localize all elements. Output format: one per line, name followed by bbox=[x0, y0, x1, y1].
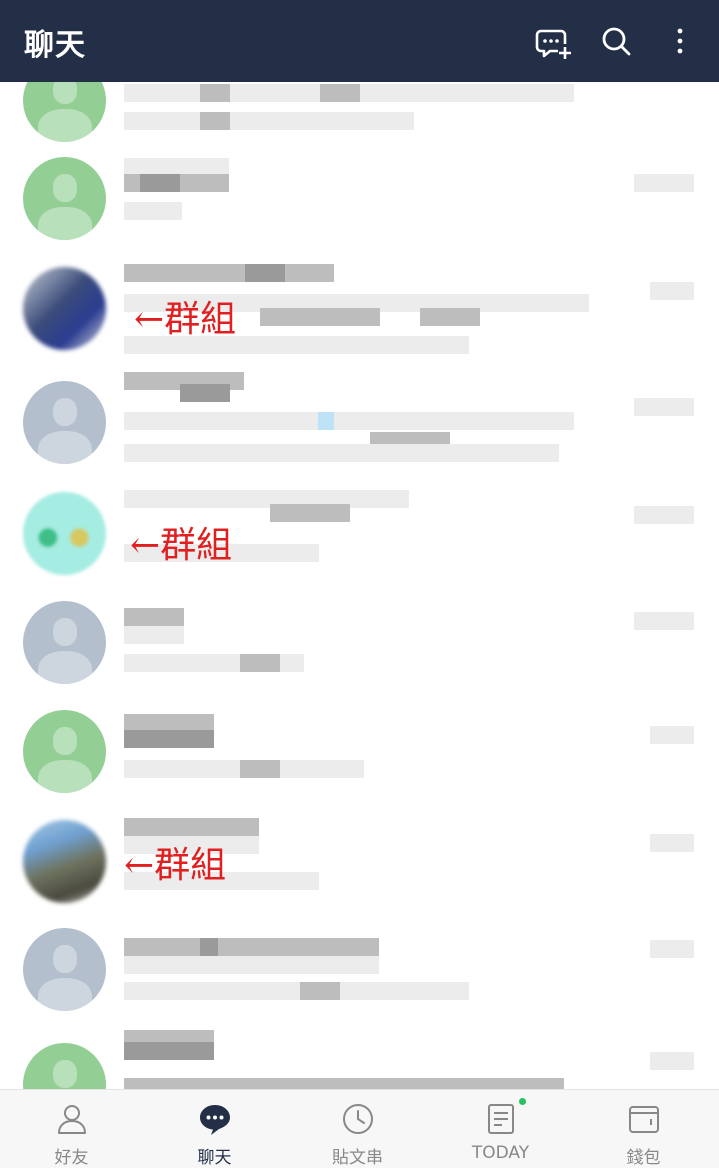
chat-row[interactable] bbox=[0, 82, 719, 162]
avatar bbox=[23, 82, 106, 142]
new-chat-icon[interactable] bbox=[533, 22, 573, 62]
group-avatar bbox=[23, 267, 106, 350]
chat-row[interactable] bbox=[0, 1030, 719, 1089]
timeline-icon bbox=[343, 1104, 373, 1134]
chat-list[interactable]: ←群組 ←群組 ←群組 bbox=[0, 82, 719, 1089]
chat-row[interactable] bbox=[0, 922, 719, 1032]
nav-label: 聊天 bbox=[197, 1148, 232, 1168]
nav-chat[interactable]: 聊天 bbox=[143, 1090, 286, 1168]
today-icon bbox=[488, 1104, 514, 1134]
page-title: 聊天 bbox=[24, 28, 86, 63]
wallet-icon bbox=[629, 1106, 659, 1133]
bottom-nav: 好友 聊天 貼文串 TODAY 錢包 bbox=[0, 1089, 719, 1168]
nav-label: 錢包 bbox=[626, 1148, 661, 1168]
nav-friends[interactable]: 好友 bbox=[0, 1090, 143, 1168]
app-header: 聊天 bbox=[0, 0, 719, 82]
avatar bbox=[23, 381, 106, 464]
avatar bbox=[23, 710, 106, 793]
nav-label: 好友 bbox=[54, 1148, 89, 1168]
chat-row[interactable] bbox=[0, 152, 719, 262]
avatar bbox=[23, 1043, 106, 1089]
chat-row[interactable] bbox=[0, 702, 719, 812]
nav-today[interactable]: TODAY bbox=[429, 1090, 572, 1168]
nav-label: 貼文串 bbox=[332, 1148, 383, 1168]
search-icon[interactable] bbox=[597, 22, 637, 62]
group-annotation: ←群組 bbox=[134, 299, 237, 340]
chat-row-group[interactable]: ←群組 bbox=[0, 812, 719, 922]
group-annotation: ←群組 bbox=[130, 525, 233, 566]
chat-row-group[interactable]: ←群組 bbox=[0, 262, 719, 372]
more-vertical-icon[interactable] bbox=[660, 22, 700, 62]
nav-timeline[interactable]: 貼文串 bbox=[286, 1090, 429, 1168]
nav-label: TODAY bbox=[471, 1143, 530, 1163]
avatar bbox=[23, 928, 106, 1011]
friends-icon bbox=[58, 1105, 86, 1134]
nav-wallet[interactable]: 錢包 bbox=[572, 1090, 715, 1168]
chat-row-group[interactable]: ←群組 bbox=[0, 482, 719, 592]
avatar bbox=[23, 157, 106, 240]
chat-icon bbox=[200, 1105, 230, 1135]
group-annotation: ←群組 bbox=[124, 845, 227, 886]
today-badge-dot bbox=[519, 1098, 526, 1105]
chat-row[interactable] bbox=[0, 592, 719, 702]
group-avatar bbox=[23, 492, 106, 575]
chat-row[interactable] bbox=[0, 372, 719, 482]
avatar bbox=[23, 601, 106, 684]
group-avatar bbox=[23, 820, 106, 903]
